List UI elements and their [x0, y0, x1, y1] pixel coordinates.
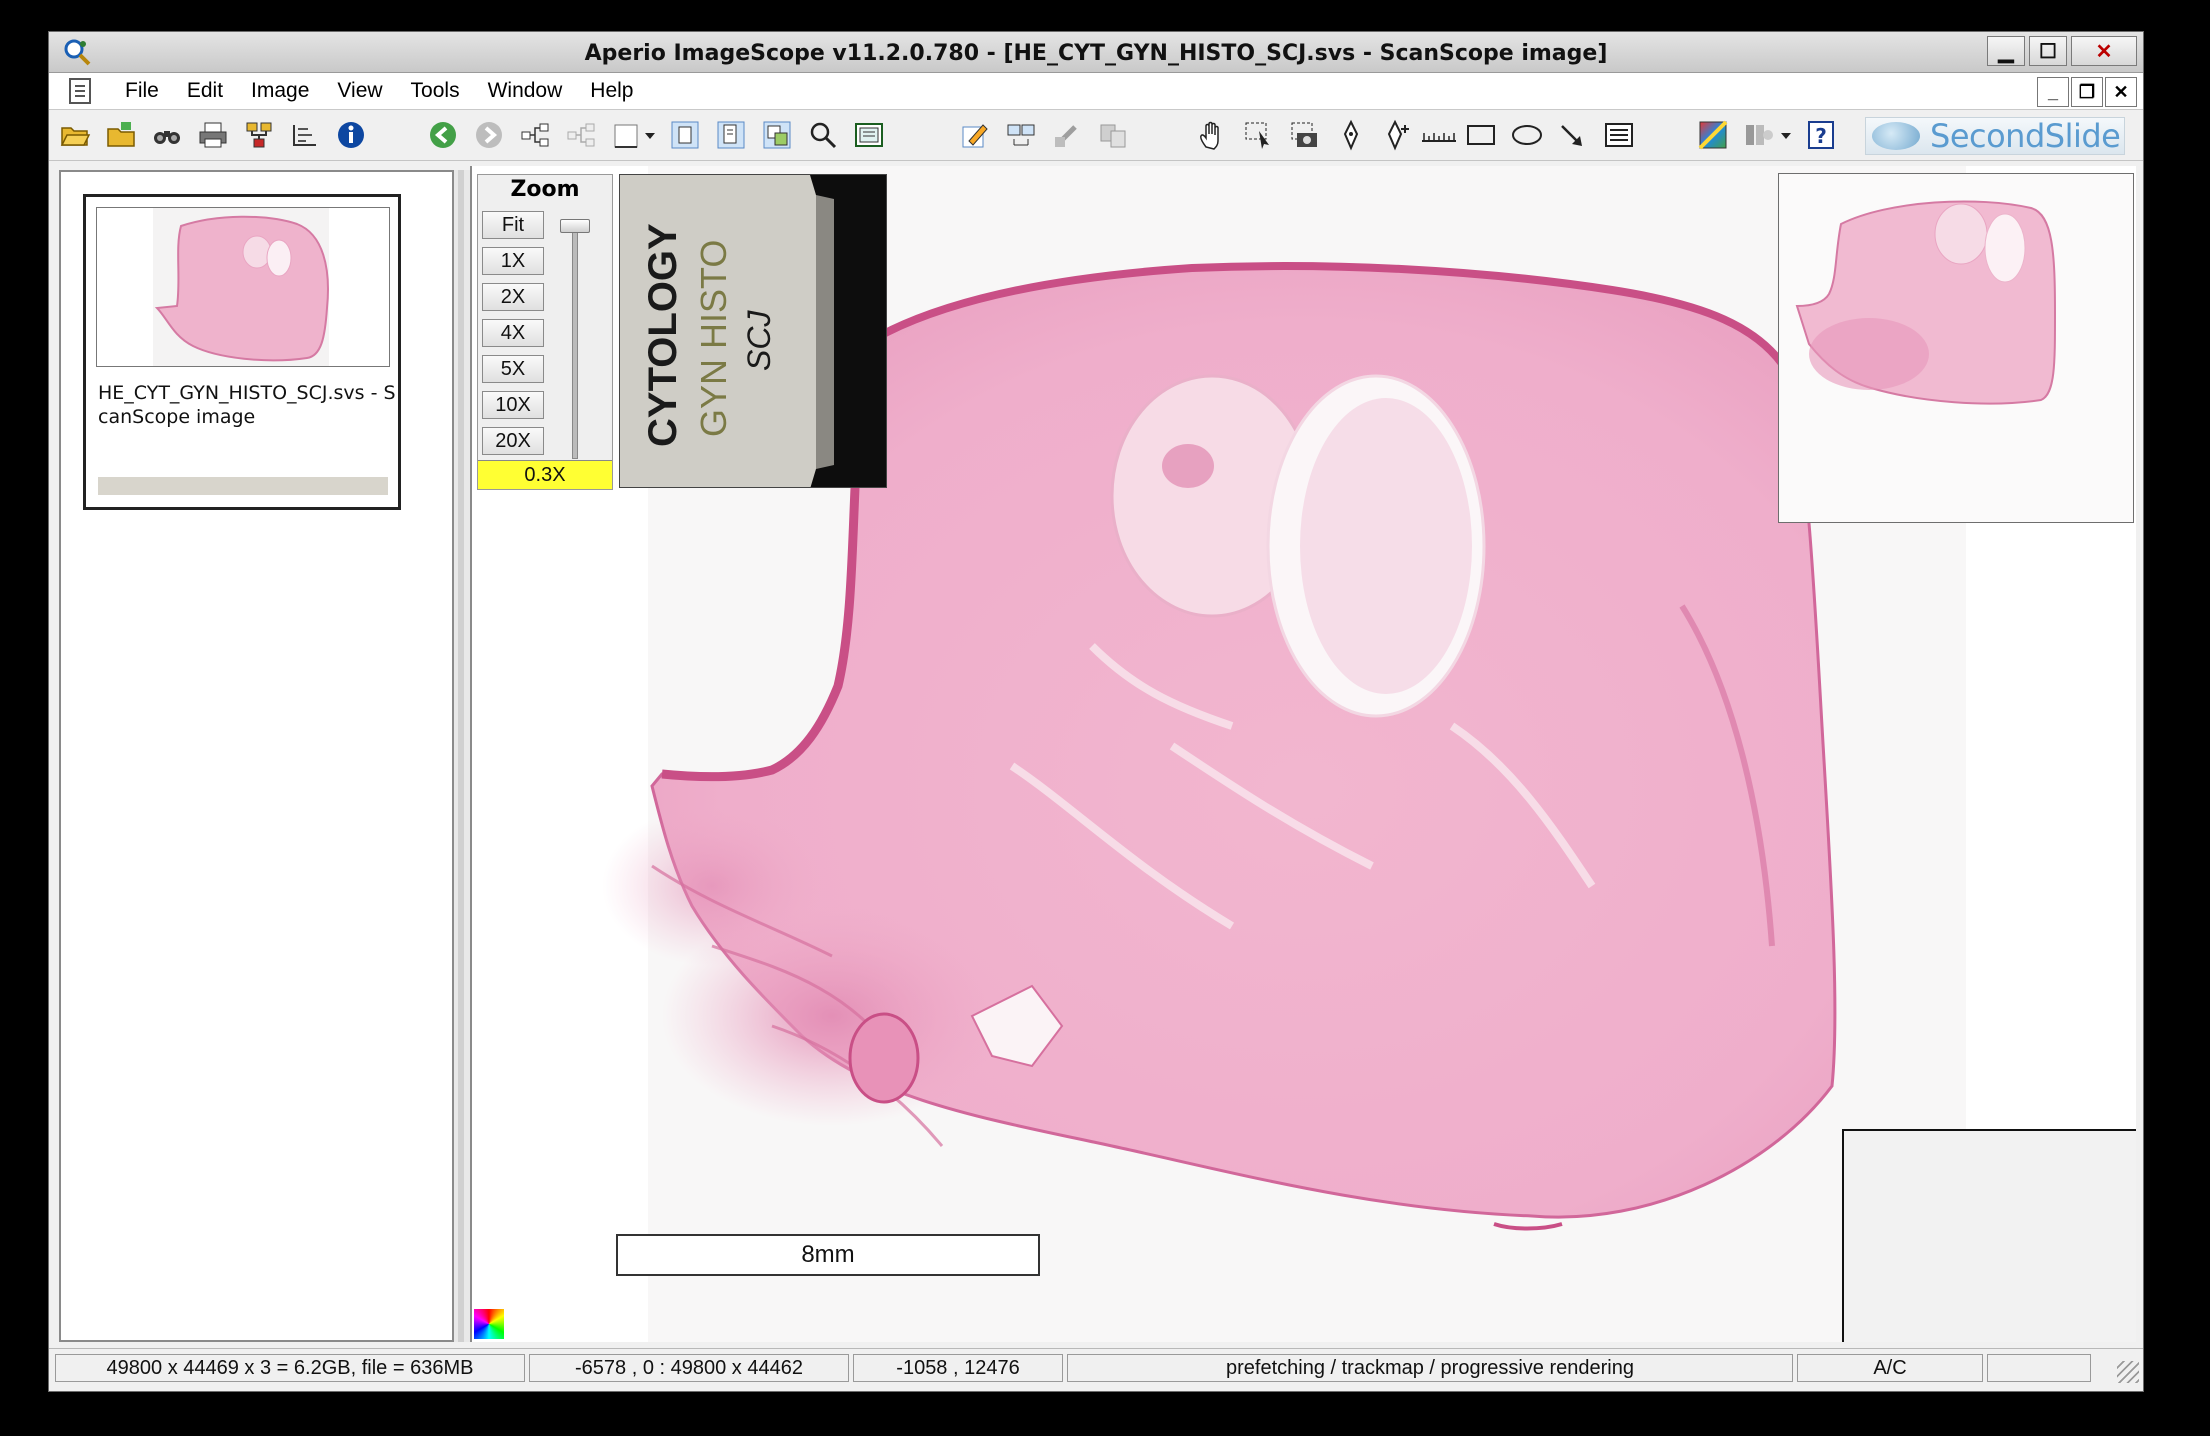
label-text-gyn-histo: GYN HISTO [693, 240, 734, 437]
status-cursor-position: -1058 , 12476 [853, 1354, 1063, 1382]
zoom-title: Zoom [510, 177, 580, 202]
mdi-minimize-button[interactable]: _ [2037, 77, 2069, 107]
print-icon[interactable] [197, 119, 229, 151]
rect-select-icon[interactable] [611, 119, 643, 151]
dropdown-icon[interactable] [1777, 119, 1795, 151]
slide-thumbnail[interactable] [96, 207, 390, 367]
annotate-icon[interactable] [959, 119, 991, 151]
label-text-cytology: CYTOLOGY [641, 223, 685, 447]
slide-label-image: CYTOLOGY GYN HISTO SCJ [619, 174, 887, 488]
imagescope-window: Aperio ImageScope v11.2.0.780 - [HE_CYT_… [48, 31, 2144, 1392]
tree-icon[interactable] [519, 119, 551, 151]
ellipse-icon[interactable] [1511, 119, 1543, 151]
zoom-fit-button[interactable]: Fit [482, 211, 544, 239]
status-dimensions: 49800 x 44469 x 3 = 6.2GB, file = 636MB [55, 1354, 525, 1382]
binoculars-icon[interactable] [151, 119, 183, 151]
back-icon[interactable] [427, 119, 459, 151]
magnifier-window[interactable] [1842, 1129, 2136, 1342]
network-icon[interactable] [243, 119, 275, 151]
pan-hand-icon[interactable] [1197, 119, 1229, 151]
title-bar: Aperio ImageScope v11.2.0.780 - [HE_CYT_… [49, 32, 2143, 73]
select-arrow-icon[interactable] [1243, 119, 1275, 151]
mdi-close-button[interactable]: ✕ [2105, 77, 2137, 107]
resize-grip[interactable] [2117, 1361, 2139, 1383]
mdi-restore-button[interactable]: ❐ [2071, 77, 2103, 107]
menu-window[interactable]: Window [474, 79, 577, 103]
menu-edit[interactable]: Edit [173, 79, 237, 103]
slide-viewer[interactable]: Zoom Fit 1X 2X 4X 5X 10X 20X 0.3X CYTOLO… [470, 166, 2136, 1342]
window-title: Aperio ImageScope v11.2.0.780 - [HE_CYT_… [584, 41, 1608, 66]
close-button[interactable]: ✕ [2071, 36, 2137, 66]
open-folder-icon[interactable] [59, 119, 91, 151]
brightness-icon[interactable] [1743, 119, 1775, 151]
toolbar: ? SecondSlide [49, 110, 2143, 161]
layers-icon[interactable] [289, 119, 321, 151]
forward-icon[interactable] [473, 119, 505, 151]
pen-plus-icon[interactable] [1381, 119, 1413, 151]
link-icon[interactable] [1051, 119, 1083, 151]
panel-splitter[interactable] [454, 170, 470, 1342]
menu-image[interactable]: Image [237, 79, 323, 103]
status-bar: 49800 x 44469 x 3 = 6.2GB, file = 636MB … [49, 1348, 2143, 1387]
magnify-icon[interactable] [807, 119, 839, 151]
maximize-button[interactable]: ☐ [2029, 36, 2067, 66]
menu-help[interactable]: Help [576, 79, 647, 103]
ruler-icon[interactable] [1419, 119, 1459, 151]
menu-bar: File Edit Image View Tools Window Help _… [49, 73, 2143, 110]
pen-icon[interactable] [1335, 119, 1367, 151]
tree-disabled-icon[interactable] [565, 119, 597, 151]
dropdown-icon[interactable] [641, 119, 659, 151]
menu-view[interactable]: View [323, 79, 396, 103]
svg-text:?: ? [1815, 124, 1827, 148]
thumbnail-progress-bar [98, 477, 388, 495]
status-extra [1987, 1354, 2091, 1382]
label-text-scj: SCJ [741, 310, 777, 371]
current-zoom-level: 0.3X [478, 460, 612, 489]
image-list-panel: HE_CYT_GYN_HISTO_SCJ.svs - ScanScope ima… [59, 170, 454, 1342]
file-info-icon[interactable] [715, 119, 747, 151]
minimize-button[interactable]: ▁ [1987, 36, 2025, 66]
color-calibration-icon[interactable] [474, 1309, 504, 1339]
menu-tools[interactable]: Tools [397, 79, 474, 103]
scale-bar: 8mm [616, 1234, 1040, 1276]
image-thumbnail-card[interactable]: HE_CYT_GYN_HISTO_SCJ.svs - ScanScope ima… [83, 194, 401, 510]
frame-icon[interactable] [669, 119, 701, 151]
zoom-slider-thumb[interactable] [560, 219, 590, 233]
arrow-icon[interactable] [1557, 119, 1589, 151]
info-icon[interactable] [335, 119, 367, 151]
compare-icon[interactable] [1005, 119, 1037, 151]
zoom-1x-button[interactable]: 1X [482, 247, 544, 275]
color-icon[interactable] [1697, 119, 1729, 151]
secondslide-label: SecondSlide [1930, 117, 2121, 155]
overview-thumbnail[interactable] [1778, 173, 2134, 523]
secondslide-logo-icon [1872, 122, 1920, 150]
zoom-slider-track[interactable] [572, 223, 578, 459]
thumbnail-caption: HE_CYT_GYN_HISTO_SCJ.svs - ScanScope ima… [98, 382, 396, 428]
list-icon[interactable] [1603, 119, 1635, 151]
zoom-2x-button[interactable]: 2X [482, 283, 544, 311]
sync-icon[interactable] [1097, 119, 1129, 151]
zoom-10x-button[interactable]: 10X [482, 391, 544, 419]
overview-toggle-icon[interactable] [761, 119, 793, 151]
panel-icon[interactable] [853, 119, 885, 151]
zoom-4x-button[interactable]: 4X [482, 319, 544, 347]
status-region: -6578 , 0 : 49800 x 44462 [529, 1354, 849, 1382]
zoom-panel: Zoom Fit 1X 2X 4X 5X 10X 20X 0.3X [477, 174, 613, 490]
zoom-20x-button[interactable]: 20X [482, 427, 544, 455]
menu-file[interactable]: File [111, 79, 173, 103]
capture-icon[interactable] [1289, 119, 1321, 151]
document-menu-icon[interactable] [69, 78, 91, 104]
open-icon[interactable] [105, 119, 137, 151]
rectangle-icon[interactable] [1465, 119, 1497, 151]
zoom-5x-button[interactable]: 5X [482, 355, 544, 383]
status-ac: A/C [1797, 1354, 1983, 1382]
help-icon[interactable]: ? [1805, 119, 1837, 151]
secondslide-button[interactable]: SecondSlide [1865, 117, 2125, 155]
status-render-mode: prefetching / trackmap / progressive ren… [1067, 1354, 1793, 1382]
